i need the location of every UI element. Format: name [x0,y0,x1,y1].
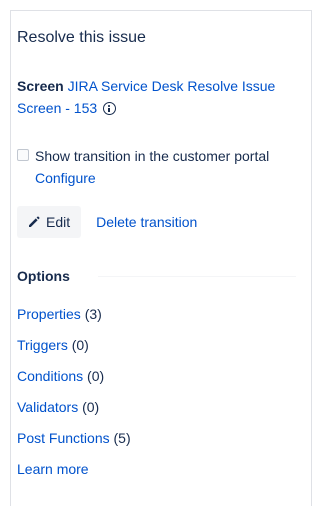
configure-link[interactable]: Configure [35,170,96,186]
screen-info: Screen JIRA Service Desk Resolve Issue S… [17,75,302,119]
customer-portal-text: Show transition in the customer portal C… [35,145,307,189]
post-functions-link[interactable]: Post Functions [17,430,110,446]
properties-count: (3) [84,306,102,322]
customer-portal-label: Show transition in the customer portal [35,148,270,164]
transition-title: Resolve this issue [17,29,146,46]
validators-link[interactable]: Validators [17,399,78,415]
customer-portal-option: Show transition in the customer portal C… [17,145,307,189]
option-conditions: Conditions (0) [17,366,131,386]
transition-actions: Edit Delete transition [17,206,197,238]
validators-count: (0) [82,399,100,415]
learn-more-link[interactable]: Learn more [17,461,89,477]
properties-link[interactable]: Properties [17,306,81,322]
post-functions-count: (5) [113,430,131,446]
triggers-count: (0) [71,337,89,353]
delete-transition-link[interactable]: Delete transition [96,214,197,230]
option-post-functions: Post Functions (5) [17,428,131,448]
pencil-icon [29,216,40,227]
options-divider [98,276,296,277]
customer-portal-checkbox[interactable] [17,149,29,161]
triggers-link[interactable]: Triggers [17,337,68,353]
options-list: Properties (3) Triggers (0) Conditions (… [17,304,131,490]
option-validators: Validators (0) [17,397,131,417]
option-learn-more: Learn more [17,459,131,479]
screen-label: Screen [17,78,64,94]
option-triggers: Triggers (0) [17,335,131,355]
option-properties: Properties (3) [17,304,131,324]
info-icon[interactable] [103,102,117,115]
options-heading: Options [17,268,70,284]
conditions-link[interactable]: Conditions [17,368,83,384]
edit-button-label: Edit [46,214,71,230]
conditions-count: (0) [87,368,105,384]
edit-button[interactable]: Edit [17,206,82,238]
